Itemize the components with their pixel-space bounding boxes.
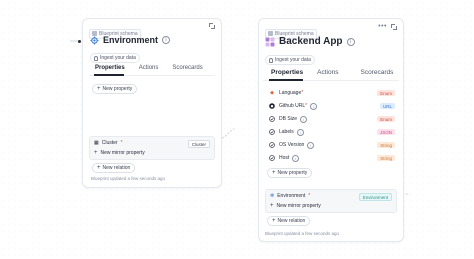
expand-icon[interactable] [209, 23, 215, 29]
plus-icon: + [270, 202, 274, 209]
plus-icon: + [97, 164, 101, 171]
last-updated-text: Blueprint updated a few seconds ago [91, 176, 166, 181]
environment-blueprint-card[interactable]: Blueprint schema Environment i Ingest yo… [82, 18, 222, 188]
new-property-label: New property [277, 170, 308, 176]
ingest-data-button[interactable]: Ingest your data [90, 53, 140, 63]
check-circle-icon [269, 129, 275, 135]
new-mirror-label: New mirror property [100, 150, 145, 156]
property-label: Host [279, 155, 290, 161]
new-mirror-property-button[interactable]: + New mirror property [270, 202, 321, 210]
property-row-db-size[interactable]: DB Size i Enum [269, 114, 395, 124]
new-property-button[interactable]: + New property [267, 168, 313, 178]
environment-gear-icon: ✻ [270, 193, 275, 199]
property-label: Labels [279, 129, 294, 135]
info-icon[interactable]: i [346, 37, 355, 46]
info-icon[interactable]: i [162, 36, 171, 44]
plus-icon: + [272, 169, 276, 176]
page-title: Backend App [279, 36, 343, 47]
property-row-github-url[interactable]: Github URL * i URL [269, 101, 395, 111]
expand-icon[interactable] [391, 23, 397, 30]
type-badge: String [377, 155, 395, 161]
new-property-label: New property [102, 86, 133, 92]
tab-properties[interactable]: Properties [95, 65, 125, 71]
property-row-host[interactable]: Host i String [269, 153, 395, 163]
new-relation-button[interactable]: + New relation [92, 163, 136, 173]
ingest-data-label: Ingest your data [100, 55, 136, 61]
tab-properties[interactable]: Properties [271, 69, 303, 76]
new-property-button[interactable]: + New property [92, 84, 138, 94]
last-updated-text: Blueprint updated a few seconds ago [265, 231, 340, 236]
github-icon [269, 103, 275, 109]
relation-environment[interactable]: ✻ Environment * Environment + New mirror… [265, 189, 397, 213]
page-title: Environment [103, 35, 159, 45]
required-mark: * [305, 103, 308, 109]
info-icon[interactable]: i [296, 128, 304, 136]
type-badge: String [377, 142, 395, 148]
tab-actions[interactable]: Actions [139, 65, 159, 71]
property-label: DB Size [279, 116, 298, 122]
relation-target-chip: Environment [358, 193, 392, 201]
info-icon[interactable]: i [292, 154, 300, 162]
type-badge: Enum [377, 116, 395, 122]
property-label: Github URL [279, 103, 306, 109]
property-label: OS Version [279, 142, 305, 148]
plus-icon: + [94, 149, 98, 156]
info-icon[interactable]: i [310, 102, 318, 110]
relation-cluster[interactable]: ▦ Cluster * Cluster + New mirror propert… [89, 136, 215, 160]
type-badge: JSON [376, 129, 395, 135]
info-icon[interactable]: i [300, 115, 308, 123]
calendar-icon: ▦ [94, 140, 99, 146]
required-mark: * [120, 140, 123, 146]
tab-scorecards[interactable]: Scorecards [172, 65, 202, 71]
environment-gear-icon [90, 35, 99, 45]
relation-name: Environment [277, 193, 306, 199]
plus-icon: + [97, 85, 101, 92]
tab-actions[interactable]: Actions [317, 69, 338, 76]
active-tab-indicator [94, 74, 124, 76]
check-circle-icon [269, 116, 275, 122]
property-row-os-version[interactable]: OS Version i String [269, 140, 395, 150]
property-row-labels[interactable]: Labels i JSON [269, 127, 395, 137]
type-badge: URL [379, 103, 395, 109]
plus-icon: + [272, 217, 276, 224]
ingest-data-button[interactable]: Ingest your data [265, 55, 315, 65]
ingest-data-label: Ingest your data [275, 57, 311, 63]
left-card-handle[interactable] [78, 40, 81, 43]
relation-name: Cluster [101, 140, 118, 146]
active-tab-indicator [269, 79, 303, 81]
info-icon[interactable]: i [307, 141, 315, 149]
new-relation-label: New relation [277, 218, 306, 224]
backend-app-icon [265, 37, 275, 46]
new-mirror-property-button[interactable]: + New mirror property [94, 149, 145, 157]
check-circle-icon [269, 142, 275, 148]
property-label: Language [279, 90, 302, 96]
type-badge: Enum [377, 90, 395, 96]
required-mark: * [308, 193, 311, 199]
more-options-icon[interactable]: ••• [378, 23, 387, 30]
property-row-language[interactable]: ◆ Language * Enum [269, 88, 395, 98]
lightbulb-icon [94, 55, 98, 61]
backend-app-blueprint-card[interactable]: Blueprint schema ••• Backend App i Inges… [258, 18, 404, 242]
tab-scorecards[interactable]: Scorecards [360, 69, 393, 76]
new-relation-button[interactable]: + New relation [267, 216, 311, 226]
required-mark: * [301, 90, 304, 96]
new-relation-label: New relation [102, 165, 131, 171]
check-circle-icon [269, 155, 275, 161]
new-mirror-label: New mirror property [276, 203, 321, 209]
relation-target-chip: Cluster [187, 140, 210, 148]
lightbulb-icon [269, 57, 273, 63]
language-icon: ◆ [270, 90, 274, 96]
